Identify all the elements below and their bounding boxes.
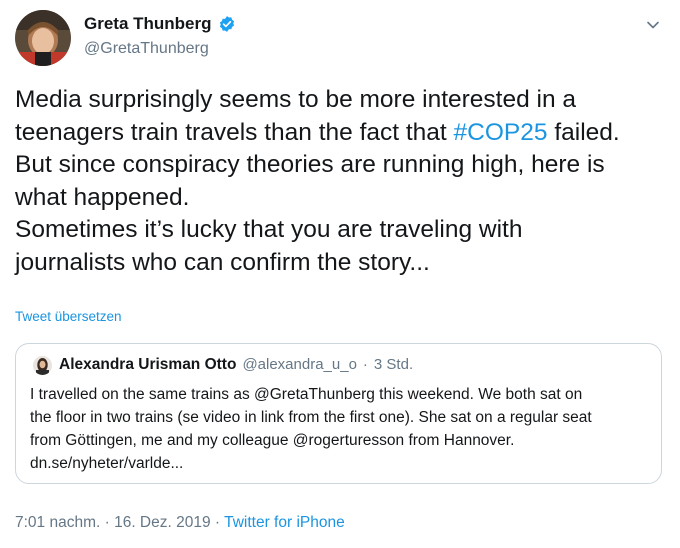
tweet-text: Media surprisingly seems to be more inte…	[15, 84, 670, 279]
author-avatar[interactable]	[15, 10, 71, 66]
tweet-card: Greta Thunberg @GretaThunberg Media surp…	[0, 0, 680, 548]
translate-tweet-link[interactable]: Tweet übersetzen	[15, 309, 122, 324]
verified-badge-icon	[218, 15, 236, 33]
tweet-text-line: But since conspiracy theories are runnin…	[15, 151, 605, 178]
quoted-text-line: from Göttingen, me and my colleague @rog…	[30, 432, 515, 449]
footer-separator: ·	[210, 514, 225, 531]
quoted-tweet[interactable]: Alexandra Urisman Otto @alexandra_u_o · …	[15, 343, 662, 484]
hashtag-link[interactable]: #COP25	[454, 119, 548, 146]
tweet-text-line: what happened.	[15, 183, 190, 211]
tweet-text-fragment: teenagers train travels than the fact th…	[15, 118, 454, 146]
more-options-chevron-down-icon[interactable]	[646, 18, 660, 32]
quoted-time: 3 Std.	[373, 356, 414, 373]
tweet-text-line: Sometimes it’s lucky that you are travel…	[15, 216, 523, 243]
tweet-text-line: journalists who can confirm the story...	[15, 248, 430, 276]
quoted-author-name: Alexandra Urisman Otto	[59, 356, 237, 373]
quoted-text-line: dn.se/nyheter/varlde...	[30, 455, 184, 472]
tweet-source-link[interactable]: Twitter for iPhone	[224, 514, 345, 531]
quoted-author-avatar	[33, 356, 52, 375]
quoted-profile-photo-icon	[33, 356, 52, 375]
author-display-name[interactable]: Greta Thunberg	[84, 14, 212, 34]
quoted-separator: ·	[362, 356, 368, 373]
quoted-text-line: I travelled on the same trains as @Greta…	[30, 386, 583, 403]
tweet-footer: 7:01 nachm. · 16. Dez. 2019 · Twitter fo…	[15, 514, 345, 532]
quoted-tweet-text: I travelled on the same trains as @Greta…	[30, 383, 655, 475]
tweet-text-fragment: failed.	[547, 118, 620, 146]
author-name-row[interactable]: Greta Thunberg	[84, 14, 236, 34]
author-handle[interactable]: @GretaThunberg	[84, 40, 209, 58]
quoted-tweet-header: Alexandra Urisman Otto @alexandra_u_o · …	[59, 356, 413, 374]
tweet-text-line: teenagers train travels than the fact th…	[15, 117, 670, 150]
tweet-timestamp[interactable]: 7:01 nachm. · 16. Dez. 2019	[15, 514, 211, 531]
tweet-text-line: Media surprisingly seems to be more inte…	[15, 86, 577, 113]
quoted-text-line: the floor in two trains (se video in lin…	[30, 409, 592, 426]
profile-photo-icon	[15, 10, 71, 66]
quoted-author-handle: @alexandra_u_o	[242, 356, 357, 373]
